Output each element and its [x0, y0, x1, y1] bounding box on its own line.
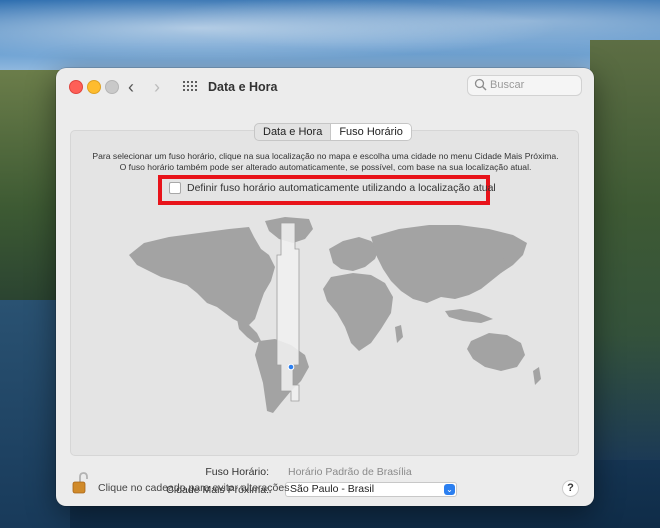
- titlebar: ‹ › Data e Hora Buscar: [56, 68, 594, 106]
- auto-timezone-checkbox[interactable]: [169, 182, 181, 194]
- close-button[interactable]: [69, 80, 83, 94]
- madagascar-region: [395, 325, 403, 343]
- europe-region: [329, 237, 379, 271]
- search-field[interactable]: Buscar: [467, 75, 582, 96]
- instructions-line-2: O fuso horário também pode ser alterado …: [119, 162, 532, 172]
- indonesia-region: [445, 309, 493, 323]
- new-zealand-region: [533, 367, 541, 385]
- city-select[interactable]: São Paulo - Brasil ⌄: [285, 482, 457, 497]
- zoom-button[interactable]: [105, 80, 119, 94]
- wallpaper-clouds: [0, 0, 660, 70]
- timezone-value: Horário Padrão de Brasília: [288, 466, 412, 478]
- window-title: Data e Hora: [208, 80, 278, 94]
- lock-hint-text: Clique no cadeado para evitar alterações…: [98, 482, 293, 494]
- preferences-window: ‹ › Data e Hora Buscar Data e Hora Fuso …: [56, 68, 594, 506]
- chevron-left-icon[interactable]: ‹: [128, 77, 134, 98]
- location-pin: [287, 363, 295, 371]
- chevron-updown-icon[interactable]: ⌄: [444, 484, 455, 495]
- wallpaper-hill-right: [590, 40, 660, 460]
- city-select-value: São Paulo - Brasil: [290, 483, 375, 495]
- instructions-line-1: Para selecionar um fuso horário, clique …: [92, 151, 559, 161]
- search-icon: [474, 78, 487, 91]
- chevron-right-icon[interactable]: ›: [154, 77, 160, 98]
- help-button[interactable]: ?: [562, 480, 579, 497]
- australia-region: [467, 333, 525, 371]
- grid-icon[interactable]: [183, 81, 197, 93]
- tab-bar: Data e Hora Fuso Horário: [254, 123, 412, 141]
- world-map[interactable]: [109, 215, 549, 415]
- africa-region: [323, 273, 393, 351]
- north-america-region: [129, 227, 275, 325]
- minimize-button[interactable]: [87, 80, 101, 94]
- lock-open-icon[interactable]: [72, 472, 88, 494]
- tab-time-zone[interactable]: Fuso Horário: [330, 124, 411, 140]
- auto-timezone-label: Definir fuso horário automaticamente uti…: [187, 182, 496, 194]
- timezone-label: Fuso Horário:: [205, 466, 269, 478]
- auto-timezone-option[interactable]: Definir fuso horário automaticamente uti…: [169, 181, 496, 195]
- instructions-text: Para selecionar um fuso horário, clique …: [71, 151, 580, 173]
- world-map-graphic: [129, 217, 541, 413]
- time-zone-panel: Para selecionar um fuso horário, clique …: [70, 130, 580, 497]
- tab-date-time[interactable]: Data e Hora: [255, 124, 330, 140]
- search-placeholder: Buscar: [490, 79, 525, 91]
